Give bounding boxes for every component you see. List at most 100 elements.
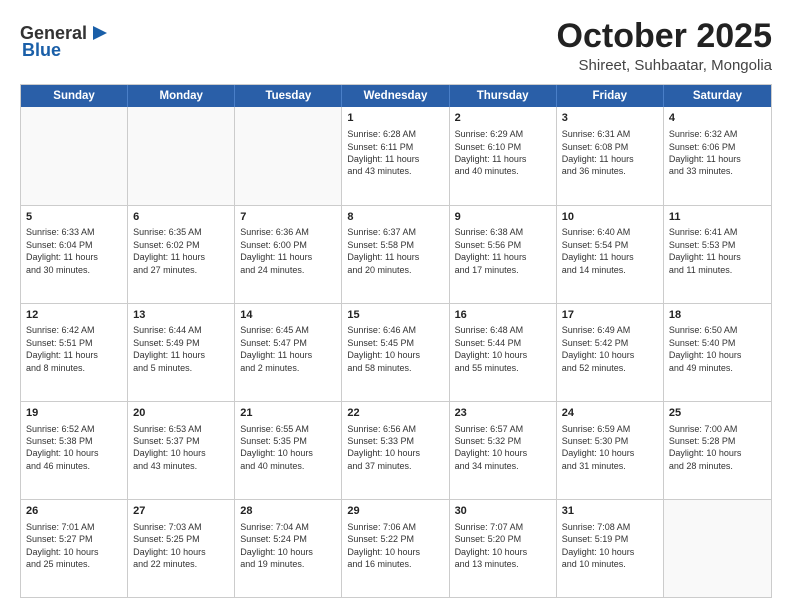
day-number: 31: [562, 504, 658, 519]
day-info: Sunrise: 6:38 AM Sunset: 5:56 PM Dayligh…: [455, 226, 551, 276]
day-cell-16: 16Sunrise: 6:48 AM Sunset: 5:44 PM Dayli…: [450, 304, 557, 401]
day-cell-11: 11Sunrise: 6:41 AM Sunset: 5:53 PM Dayli…: [664, 206, 771, 303]
calendar-row-1: 5Sunrise: 6:33 AM Sunset: 6:04 PM Daylig…: [21, 205, 771, 303]
day-number: 11: [669, 210, 766, 225]
day-info: Sunrise: 6:45 AM Sunset: 5:47 PM Dayligh…: [240, 324, 336, 374]
day-number: 14: [240, 308, 336, 323]
day-number: 13: [133, 308, 229, 323]
header: General Blue October 2025 Shireet, Suhba…: [20, 18, 772, 74]
day-info: Sunrise: 6:41 AM Sunset: 5:53 PM Dayligh…: [669, 226, 766, 276]
day-info: Sunrise: 6:46 AM Sunset: 5:45 PM Dayligh…: [347, 324, 443, 374]
day-info: Sunrise: 7:06 AM Sunset: 5:22 PM Dayligh…: [347, 521, 443, 571]
calendar-row-2: 12Sunrise: 6:42 AM Sunset: 5:51 PM Dayli…: [21, 303, 771, 401]
day-info: Sunrise: 7:03 AM Sunset: 5:25 PM Dayligh…: [133, 521, 229, 571]
day-info: Sunrise: 6:48 AM Sunset: 5:44 PM Dayligh…: [455, 324, 551, 374]
day-number: 18: [669, 308, 766, 323]
day-cell-28: 28 Sunrise: 7:04 AM Sunset: 5:24 PM Dayli…: [235, 500, 342, 597]
day-cell-1: 1 Sunrise: 6:28 AM Sunset: 6:11 PM Daylig…: [342, 107, 449, 204]
day-cell-14: 14Sunrise: 6:45 AM Sunset: 5:47 PM Dayli…: [235, 304, 342, 401]
day-cell-12: 12Sunrise: 6:42 AM Sunset: 5:51 PM Dayli…: [21, 304, 128, 401]
day-info: Sunrise: 6:50 AM Sunset: 5:40 PM Dayligh…: [669, 324, 766, 374]
empty-cell-0-2: [235, 107, 342, 204]
day-info: Sunrise: 7:08 AM Sunset: 5:19 PM Dayligh…: [562, 521, 658, 571]
day-cell-20: 20 Sunrise: 6:53 AM Sunset: 5:37 PM Dayli…: [128, 402, 235, 499]
day-number: 23: [455, 406, 551, 421]
day-info: Sunrise: 6:53 AM Sunset: 5:37 PM Dayligh…: [133, 423, 229, 473]
day-cell-26: 26 Sunrise: 7:01 AM Sunset: 5:27 PM Dayli…: [21, 500, 128, 597]
day-info: Sunrise: 7:04 AM Sunset: 5:24 PM Dayligh…: [240, 521, 336, 571]
day-info: Sunrise: 7:07 AM Sunset: 5:20 PM Dayligh…: [455, 521, 551, 571]
day-info: Sunrise: 6:59 AM Sunset: 5:30 PM Dayligh…: [562, 423, 658, 473]
day-number: 9: [455, 210, 551, 225]
day-number: 15: [347, 308, 443, 323]
day-cell-18: 18Sunrise: 6:50 AM Sunset: 5:40 PM Dayli…: [664, 304, 771, 401]
calendar-header: SundayMondayTuesdayWednesdayThursdayFrid…: [21, 85, 771, 107]
day-info: Sunrise: 6:35 AM Sunset: 6:02 PM Dayligh…: [133, 226, 229, 276]
day-info: Sunrise: 6:55 AM Sunset: 5:35 PM Dayligh…: [240, 423, 336, 473]
day-info: Sunrise: 6:56 AM Sunset: 5:33 PM Dayligh…: [347, 423, 443, 473]
day-number: 28: [240, 504, 336, 519]
day-number: 26: [26, 504, 122, 519]
day-cell-6: 6Sunrise: 6:35 AM Sunset: 6:02 PM Daylig…: [128, 206, 235, 303]
day-cell-29: 29Sunrise: 7:06 AM Sunset: 5:22 PM Dayli…: [342, 500, 449, 597]
empty-cell-0-0: [21, 107, 128, 204]
day-number: 8: [347, 210, 443, 225]
day-info: Sunrise: 6:36 AM Sunset: 6:00 PM Dayligh…: [240, 226, 336, 276]
empty-cell-0-1: [128, 107, 235, 204]
weekday-header-tuesday: Tuesday: [235, 85, 342, 107]
weekday-header-wednesday: Wednesday: [342, 85, 449, 107]
day-cell-21: 21 Sunrise: 6:55 AM Sunset: 5:35 PM Dayli…: [235, 402, 342, 499]
day-cell-7: 7Sunrise: 6:36 AM Sunset: 6:00 PM Daylig…: [235, 206, 342, 303]
title-block: October 2025 Shireet, Suhbaatar, Mongoli…: [557, 18, 772, 74]
day-cell-5: 5Sunrise: 6:33 AM Sunset: 6:04 PM Daylig…: [21, 206, 128, 303]
calendar-row-3: 19Sunrise: 6:52 AM Sunset: 5:38 PM Dayli…: [21, 401, 771, 499]
day-cell-31: 31 Sunrise: 7:08 AM Sunset: 5:19 PM Dayli…: [557, 500, 664, 597]
day-number: 12: [26, 308, 122, 323]
weekday-header-sunday: Sunday: [21, 85, 128, 107]
day-cell-4: 4 Sunrise: 6:32 AM Sunset: 6:06 PM Daylig…: [664, 107, 771, 204]
month-title: October 2025: [557, 18, 772, 55]
day-number: 5: [26, 210, 122, 225]
day-cell-15: 15Sunrise: 6:46 AM Sunset: 5:45 PM Dayli…: [342, 304, 449, 401]
weekday-header-friday: Friday: [557, 85, 664, 107]
calendar-row-0: 1 Sunrise: 6:28 AM Sunset: 6:11 PM Daylig…: [21, 107, 771, 204]
day-cell-9: 9Sunrise: 6:38 AM Sunset: 5:56 PM Daylig…: [450, 206, 557, 303]
day-cell-13: 13Sunrise: 6:44 AM Sunset: 5:49 PM Dayli…: [128, 304, 235, 401]
day-cell-27: 27Sunrise: 7:03 AM Sunset: 5:25 PM Dayli…: [128, 500, 235, 597]
day-number: 24: [562, 406, 658, 421]
day-number: 21: [240, 406, 336, 421]
day-number: 2: [455, 111, 551, 126]
day-cell-8: 8Sunrise: 6:37 AM Sunset: 5:58 PM Daylig…: [342, 206, 449, 303]
day-info: Sunrise: 6:40 AM Sunset: 5:54 PM Dayligh…: [562, 226, 658, 276]
day-info: Sunrise: 7:00 AM Sunset: 5:28 PM Dayligh…: [669, 423, 766, 473]
day-cell-22: 22Sunrise: 6:56 AM Sunset: 5:33 PM Dayli…: [342, 402, 449, 499]
page: General Blue October 2025 Shireet, Suhba…: [0, 0, 792, 612]
weekday-header-thursday: Thursday: [450, 85, 557, 107]
day-number: 20: [133, 406, 229, 421]
day-info: Sunrise: 6:29 AM Sunset: 6:10 PM Dayligh…: [455, 128, 551, 178]
calendar-row-4: 26 Sunrise: 7:01 AM Sunset: 5:27 PM Dayli…: [21, 499, 771, 597]
day-info: Sunrise: 6:28 AM Sunset: 6:11 PM Dayligh…: [347, 128, 443, 178]
day-info: Sunrise: 7:01 AM Sunset: 5:27 PM Dayligh…: [26, 521, 122, 571]
day-cell-24: 24 Sunrise: 6:59 AM Sunset: 5:30 PM Dayli…: [557, 402, 664, 499]
day-info: Sunrise: 6:49 AM Sunset: 5:42 PM Dayligh…: [562, 324, 658, 374]
calendar: SundayMondayTuesdayWednesdayThursdayFrid…: [20, 84, 772, 598]
day-number: 10: [562, 210, 658, 225]
day-cell-23: 23 Sunrise: 6:57 AM Sunset: 5:32 PM Dayli…: [450, 402, 557, 499]
day-info: Sunrise: 6:33 AM Sunset: 6:04 PM Dayligh…: [26, 226, 122, 276]
day-number: 7: [240, 210, 336, 225]
day-number: 1: [347, 111, 443, 126]
day-info: Sunrise: 6:44 AM Sunset: 5:49 PM Dayligh…: [133, 324, 229, 374]
logo: General Blue: [20, 22, 111, 61]
weekday-header-monday: Monday: [128, 85, 235, 107]
day-number: 16: [455, 308, 551, 323]
day-cell-10: 10Sunrise: 6:40 AM Sunset: 5:54 PM Dayli…: [557, 206, 664, 303]
day-info: Sunrise: 6:31 AM Sunset: 6:08 PM Dayligh…: [562, 128, 658, 178]
day-info: Sunrise: 6:57 AM Sunset: 5:32 PM Dayligh…: [455, 423, 551, 473]
day-info: Sunrise: 6:32 AM Sunset: 6:06 PM Dayligh…: [669, 128, 766, 178]
day-cell-19: 19Sunrise: 6:52 AM Sunset: 5:38 PM Dayli…: [21, 402, 128, 499]
empty-cell-4-6: [664, 500, 771, 597]
location: Shireet, Suhbaatar, Mongolia: [557, 57, 772, 74]
day-number: 4: [669, 111, 766, 126]
day-cell-3: 3Sunrise: 6:31 AM Sunset: 6:08 PM Daylig…: [557, 107, 664, 204]
